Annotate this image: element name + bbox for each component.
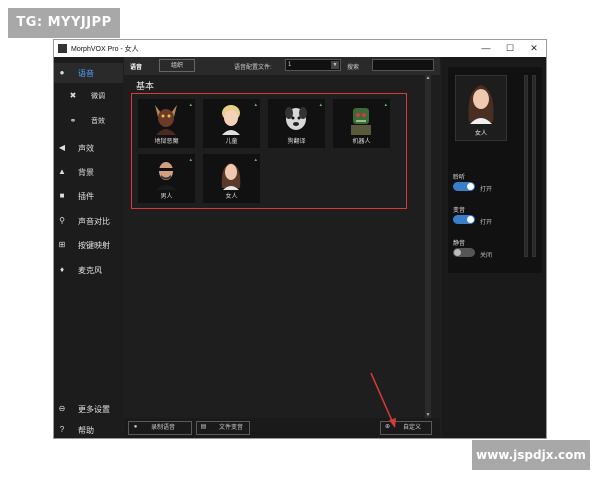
annotation-arrow — [370, 372, 396, 428]
watermark-bottom-right: www.jspdjx.com — [472, 440, 590, 470]
